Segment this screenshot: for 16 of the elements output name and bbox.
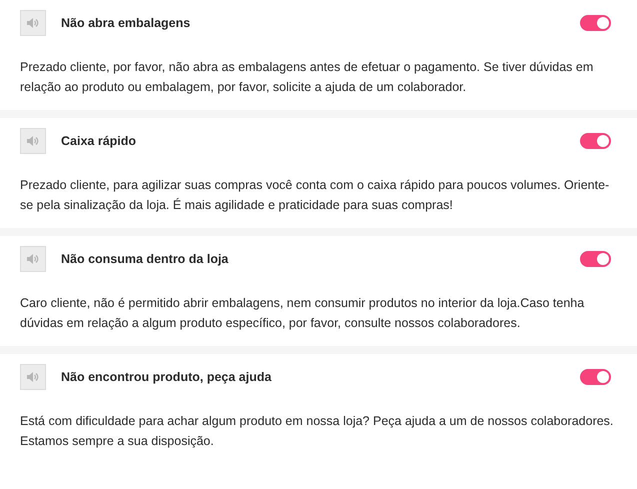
toggle-switch[interactable]: [580, 369, 611, 385]
toggle-switch[interactable]: [580, 251, 611, 267]
speaker-icon: [27, 18, 39, 28]
message-text: Prezado cliente, por favor, não abra as embalagens antes de efetuar o pagamento. Se tiver dúvidas em relação ao produto ou embalagem, por favor, solicite a ajuda de um colaborador.: [20, 59, 594, 96]
speaker-icon: [27, 254, 39, 264]
speaker-icon: [27, 136, 39, 146]
message-title: Não encontrou produto, peça ajuda: [61, 370, 272, 384]
message-title: Não abra embalagens: [61, 16, 192, 30]
message-title: Não consuma dentro da loja: [61, 252, 230, 266]
speaker-icon: [27, 372, 39, 382]
message-text: Caro cliente, não é permitido abrir embalagens, nem consumir produtos no interior da loja.Caso tenha dúvidas em relação a algum produto específico, por favor, consulte nossos colaboradores.: [20, 295, 586, 332]
message-text: Está com dificuldade para achar algum produto em nossa loja? Peça ajuda a um de nossos colaboradores. Estamos sempre a sua disposição.: [20, 413, 614, 450]
toggle-switch[interactable]: [580, 15, 611, 31]
message-text: Prezado cliente, para agilizar suas compras você conta com o caixa rápido para poucos volumes. Oriente-se pela sinalização da loja. É mais agilidade e praticidade para suas compras!: [20, 177, 610, 214]
message-title: Caixa rápido: [61, 134, 138, 148]
toggle-switch[interactable]: [580, 133, 611, 149]
